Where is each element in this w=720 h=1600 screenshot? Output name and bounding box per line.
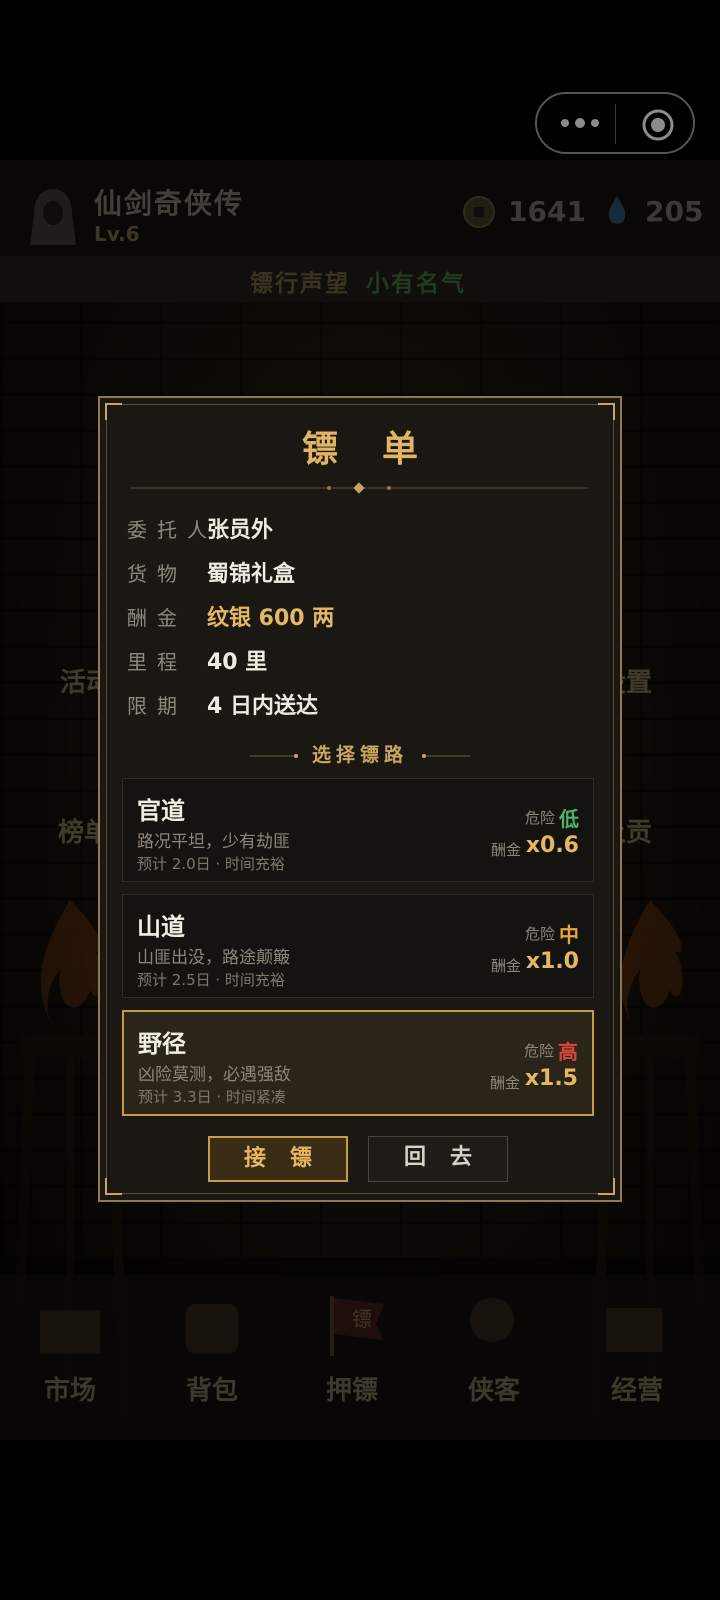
pay-multiplier: x1.0 [525, 949, 579, 974]
deadline-label: 限期 [127, 694, 187, 718]
corner-ornament-icon [105, 403, 122, 420]
section-divider-right [422, 754, 470, 758]
title-divider [130, 482, 588, 494]
distance-label: 里程 [127, 650, 187, 674]
route-option-mountain-road[interactable]: 山道 山匪出没，路途颠簸 预计 2.5日 · 时间充裕 危险 中 酬金 x1.0 [122, 894, 594, 998]
route-option-official-road[interactable]: 官道 路况平坦，少有劫匪 预计 2.0日 · 时间充裕 危险 低 酬金 x0.6 [122, 778, 594, 882]
pay-multiplier: x1.5 [524, 1066, 578, 1091]
back-button[interactable]: 回去 [368, 1136, 508, 1182]
pay-label: 酬金 [490, 841, 521, 859]
accept-escort-button[interactable]: 接镖 [208, 1136, 348, 1182]
route-name: 野径 [138, 1030, 186, 1058]
reward-value: 纹银 600 两 [207, 606, 335, 631]
route-desc: 凶险莫测，必遇强敌 [138, 1065, 291, 1085]
pay-label: 酬金 [490, 957, 521, 975]
route-option-wild-path[interactable]: 野径 凶险莫测，必遇强敌 预计 3.3日 · 时间紧凑 危险 高 酬金 x1.5 [122, 1010, 594, 1116]
risk-label: 危险 [523, 1042, 554, 1060]
corner-ornament-icon [105, 1178, 122, 1195]
cargo-label: 货物 [127, 562, 187, 586]
route-name: 山道 [137, 913, 185, 941]
pay-label: 酬金 [489, 1074, 520, 1092]
deadline-value: 4 日内送达 [207, 694, 318, 719]
route-estimate: 预计 2.5日 · 时间充裕 [137, 971, 285, 989]
reward-label: 酬金 [127, 606, 187, 630]
route-estimate: 预计 2.0日 · 时间充裕 [137, 855, 285, 873]
dialog-title: 镖单 [301, 429, 462, 470]
corner-ornament-icon [598, 1178, 615, 1195]
client-label: 委托人 [127, 518, 217, 542]
risk-label: 危险 [524, 809, 555, 827]
route-desc: 山匪出没，路途颠簸 [137, 948, 290, 968]
risk-label: 危险 [524, 925, 555, 943]
route-section-title: 选择镖路 [311, 744, 408, 766]
route-estimate: 预计 3.3日 · 时间紧凑 [138, 1088, 286, 1106]
corner-ornament-icon [598, 403, 615, 420]
route-name: 官道 [137, 797, 185, 825]
cargo-value: 蜀锦礼盒 [207, 562, 296, 587]
client-value: 张员外 [207, 518, 274, 543]
risk-value: 高 [558, 1040, 578, 1064]
route-desc: 路况平坦，少有劫匪 [137, 832, 290, 852]
risk-value: 低 [559, 807, 579, 831]
distance-value: 40 里 [207, 650, 268, 675]
pay-multiplier: x0.6 [525, 833, 579, 858]
risk-value: 中 [559, 923, 579, 947]
